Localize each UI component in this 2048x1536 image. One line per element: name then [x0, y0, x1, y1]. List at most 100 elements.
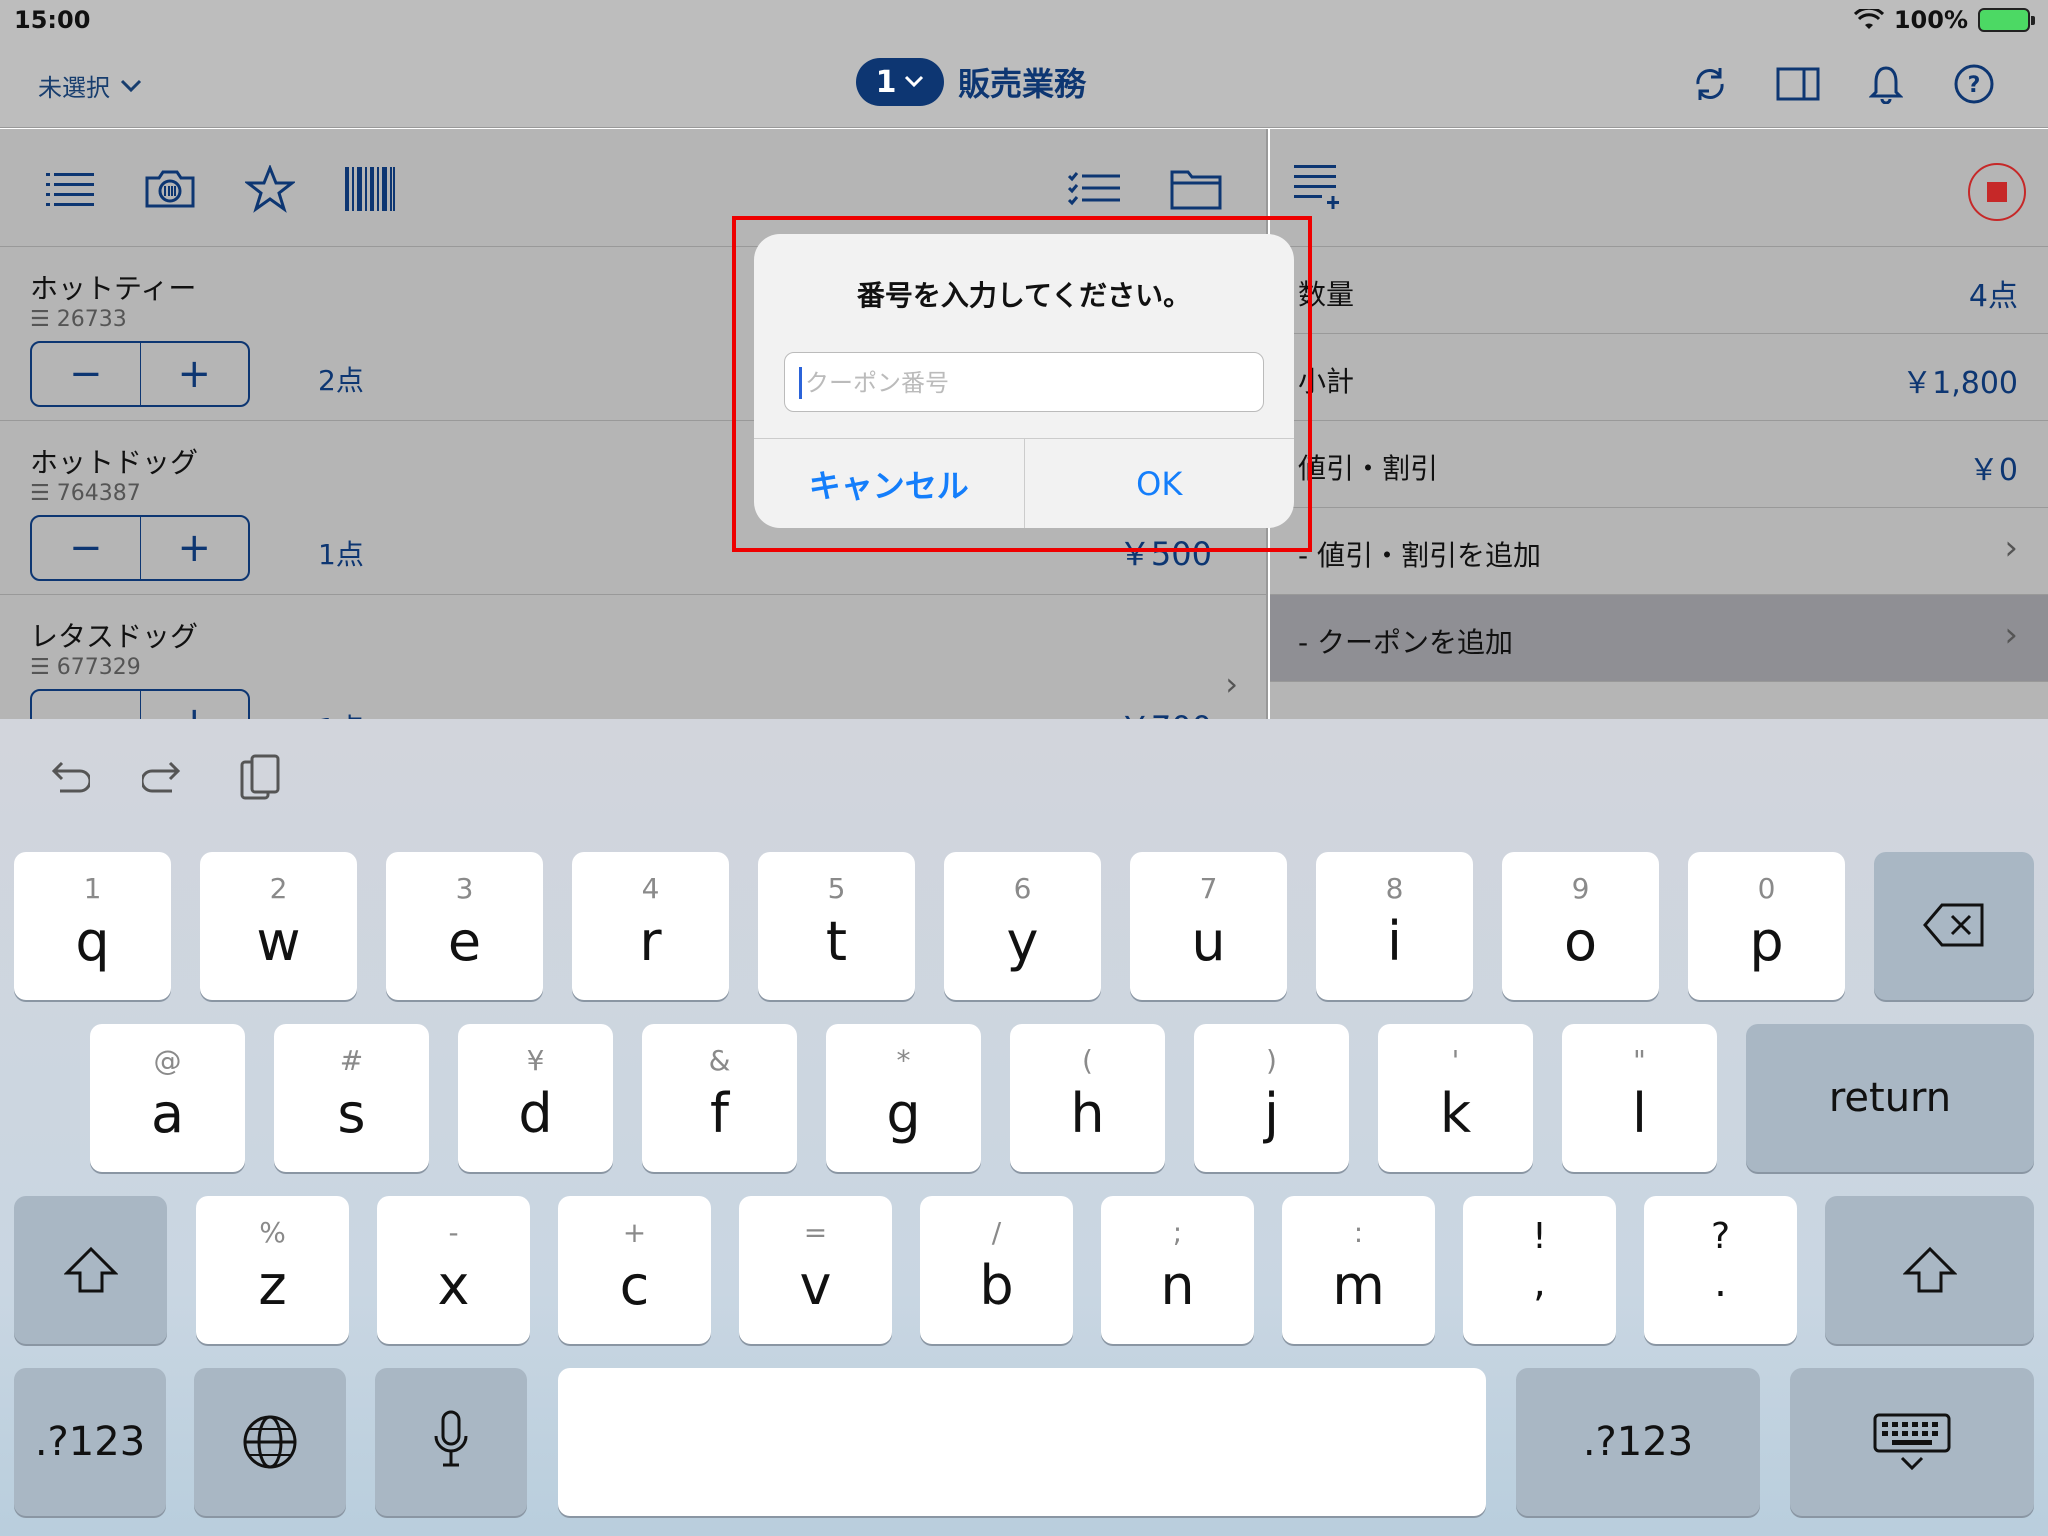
key-z[interactable]: % z — [196, 1196, 349, 1344]
decrement-button[interactable]: − — [32, 343, 141, 405]
sync-icon[interactable] — [1686, 60, 1734, 108]
status-bar: 15:00 100% — [0, 0, 2048, 40]
coupon-number-input[interactable] — [805, 361, 1245, 405]
microphone-icon — [434, 1410, 468, 1467]
page-title: 販売業務 — [958, 65, 1087, 103]
dialog-buttons: キャンセル OK — [754, 438, 1294, 528]
shift-key-right[interactable] — [1825, 1196, 2034, 1344]
key-w[interactable]: 2w — [200, 852, 357, 1000]
summary-pane: 数量 4点 小計 ￥1,800 値引・割引 ￥0 - 値引・割引を追加 › - … — [1270, 129, 2048, 719]
item-name: レタスドッグ — [30, 620, 199, 653]
summary-label: - クーポンを追加 — [1298, 626, 1514, 659]
key-s[interactable]: # s — [274, 1024, 429, 1172]
key-j[interactable]: ) j — [1194, 1024, 1349, 1172]
key-b[interactable]: / b — [920, 1196, 1073, 1344]
numbers-key-left[interactable]: .?123 — [14, 1368, 166, 1516]
cancel-button[interactable]: キャンセル — [754, 439, 1025, 528]
increment-button[interactable]: + — [141, 343, 249, 405]
bell-icon[interactable] — [1862, 60, 1910, 108]
key-t[interactable]: 5t — [758, 852, 915, 1000]
unselected-dropdown[interactable]: 未選択 — [38, 68, 142, 103]
return-key[interactable]: return — [1746, 1024, 2034, 1172]
register-selector[interactable]: 1 販売業務 — [856, 58, 1086, 106]
delete-key[interactable] — [1874, 852, 2034, 1000]
coupon-dialog: 番号を入力してください。 キャンセル OK — [754, 234, 1294, 528]
space-key[interactable] — [558, 1368, 1486, 1516]
key-p[interactable]: 0p — [1688, 852, 1845, 1000]
key-u[interactable]: 7u — [1130, 852, 1287, 1000]
dismiss-keyboard-key[interactable] — [1790, 1368, 2034, 1516]
keyboard-dismiss-icon — [1873, 1413, 1951, 1471]
chevron-right-icon: › — [2004, 615, 2018, 655]
key-f[interactable]: & f — [642, 1024, 797, 1172]
key-k[interactable]: ' k — [1378, 1024, 1533, 1172]
summary-value: ￥0 — [1968, 453, 2018, 488]
coupon-number-field[interactable] — [784, 352, 1264, 412]
key-r[interactable]: 4r — [572, 852, 729, 1000]
summary-toolbar — [1270, 129, 2048, 247]
key-n[interactable]: ; n — [1101, 1196, 1254, 1344]
shift-icon — [1903, 1246, 1957, 1293]
keyboard-toolbar — [40, 749, 288, 805]
stop-button[interactable] — [1968, 163, 2026, 221]
key-x[interactable]: -x — [377, 1196, 530, 1344]
chevron-right-icon: › — [1225, 665, 1238, 703]
summary-label: - 値引・割引を追加 — [1298, 539, 1542, 572]
item-code: ☰ 764387 — [30, 481, 141, 506]
summary-row-quantity: 数量 4点 — [1270, 247, 2048, 334]
key-e[interactable]: 3e — [386, 852, 543, 1000]
numbers-key-right[interactable]: .?123 — [1516, 1368, 1760, 1516]
key-q[interactable]: 1q — [14, 852, 171, 1000]
list-icon[interactable] — [42, 161, 98, 217]
star-icon[interactable] — [242, 161, 298, 217]
key-y[interactable]: 6y — [944, 852, 1101, 1000]
text-caret — [799, 367, 802, 399]
key-a[interactable]: @ a — [90, 1024, 245, 1172]
chevron-down-icon — [120, 79, 142, 92]
key-i[interactable]: 8i — [1316, 852, 1473, 1000]
key-m[interactable]: :m — [1282, 1196, 1435, 1344]
key-g[interactable]: * g — [826, 1024, 981, 1172]
key-l[interactable]: " l — [1562, 1024, 1717, 1172]
camera-barcode-icon[interactable] — [142, 161, 198, 217]
chevron-right-icon: › — [2004, 528, 2018, 568]
item-quantity: 1点 — [318, 538, 364, 571]
help-icon[interactable]: ? — [1950, 60, 1998, 108]
folder-icon[interactable] — [1168, 161, 1224, 217]
summary-value: 4点 — [1968, 279, 2018, 314]
quantity-stepper: − + — [30, 515, 250, 581]
add-coupon-row[interactable]: - クーポンを追加 › — [1270, 595, 2048, 682]
barcode-icon[interactable] — [342, 161, 398, 217]
checklist-icon[interactable] — [1066, 161, 1122, 217]
undo-icon[interactable] — [40, 749, 96, 805]
key-v[interactable]: = v — [739, 1196, 892, 1344]
item-code: ☰ 26733 — [30, 307, 127, 332]
summary-label: 値引・割引 — [1298, 452, 1439, 485]
battery-percent: 100% — [1893, 6, 1968, 34]
key-d[interactable]: ¥ d — [458, 1024, 613, 1172]
key-o[interactable]: 9o — [1502, 852, 1659, 1000]
item-name: ホットドッグ — [30, 446, 199, 479]
add-list-icon[interactable] — [1294, 163, 1340, 217]
item-name: ホットティー — [30, 272, 197, 305]
ok-button[interactable]: OK — [1025, 439, 1295, 528]
increment-button[interactable]: + — [141, 517, 249, 579]
register-number-pill[interactable]: 1 — [856, 58, 944, 106]
item-code: ☰ 677329 — [30, 655, 141, 680]
decrement-button[interactable]: − — [32, 517, 141, 579]
shift-icon — [64, 1246, 118, 1293]
summary-row-subtotal: 小計 ￥1,800 — [1270, 334, 2048, 421]
paste-icon[interactable] — [232, 749, 288, 805]
shift-key-left[interactable] — [14, 1196, 167, 1344]
add-discount-row[interactable]: - 値引・割引を追加 › — [1270, 508, 2048, 595]
redo-icon[interactable] — [136, 749, 192, 805]
dictation-key[interactable] — [375, 1368, 527, 1516]
key-period[interactable]: ?. — [1644, 1196, 1797, 1344]
globe-key[interactable] — [194, 1368, 346, 1516]
split-view-icon[interactable] — [1774, 60, 1822, 108]
wifi-icon — [1853, 9, 1884, 29]
key-h[interactable]: (h — [1010, 1024, 1165, 1172]
summary-row-discount: 値引・割引 ￥0 — [1270, 421, 2048, 508]
key-c[interactable]: + c — [558, 1196, 711, 1344]
key-comma[interactable]: !, — [1463, 1196, 1616, 1344]
